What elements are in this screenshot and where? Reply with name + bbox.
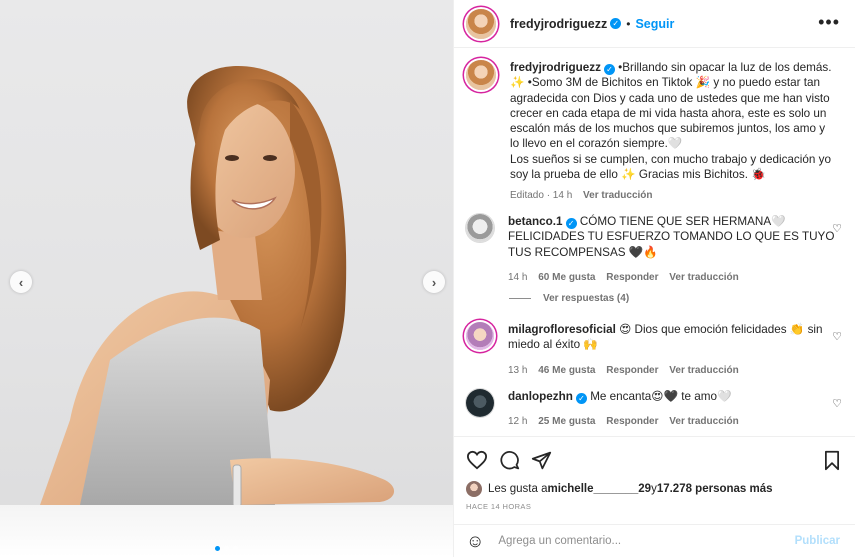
caption-username[interactable]: fredyjrodriguezz bbox=[510, 61, 601, 74]
liker-avatar[interactable] bbox=[466, 481, 482, 497]
follow-button[interactable]: Seguir bbox=[635, 17, 674, 31]
post-header: fredyjrodriguezz ✓ • Seguir ••• bbox=[454, 0, 855, 48]
carousel-dots bbox=[0, 546, 453, 551]
translate-link[interactable]: Ver traducción bbox=[669, 365, 738, 376]
caption-body: fredyjrodriguezz ✓ •Brillando sin opacar … bbox=[510, 60, 834, 204]
comment-meta: 14 h 60 Me gusta Responder Ver traducció… bbox=[508, 270, 838, 285]
translate-link[interactable]: Ver traducción bbox=[669, 272, 738, 283]
likes-count[interactable]: 17.278 personas más bbox=[657, 483, 773, 495]
commenter-avatar[interactable] bbox=[466, 214, 494, 242]
comment-item: betanco.1 ✓ CÓMO TIENE QUE SER HERMANA🤍 F… bbox=[466, 214, 855, 285]
caption-text: •Brillando sin opacar la luz de los demá… bbox=[510, 61, 832, 151]
portrait-illustration bbox=[40, 66, 395, 508]
comment-meta: 12 h 25 Me gusta Responder Ver traducció… bbox=[508, 414, 838, 429]
comment-composer: ☺ Publicar bbox=[454, 524, 855, 557]
likes-prefix: Les gusta a bbox=[488, 483, 548, 495]
author-avatar[interactable] bbox=[466, 8, 496, 39]
comment-item: danlopezhn ✓ Me encanta😍🖤 te amo🤍 12 h 25… bbox=[466, 389, 855, 430]
verified-badge-icon: ✓ bbox=[565, 218, 577, 230]
comment-time: 13 h bbox=[508, 364, 528, 376]
separator: • bbox=[626, 16, 631, 31]
carousel-dot bbox=[215, 546, 220, 551]
commenter-avatar[interactable] bbox=[466, 322, 494, 350]
bookmark-icon[interactable] bbox=[823, 450, 841, 471]
comment-body: danlopezhn ✓ Me encanta😍🖤 te amo🤍 12 h 25… bbox=[508, 389, 838, 430]
comment-time: 14 h bbox=[508, 271, 528, 283]
caption-translate-link[interactable]: Ver traducción bbox=[583, 190, 652, 201]
verified-badge-icon: ✓ bbox=[603, 64, 615, 76]
post-timestamp[interactable]: HACE 14 HORAS bbox=[466, 502, 531, 511]
commenter-avatar[interactable] bbox=[466, 389, 494, 417]
caption-edited: Editado · 14 h bbox=[510, 190, 573, 202]
comment-like-icon[interactable]: ♡ bbox=[832, 222, 842, 235]
comment-likes[interactable]: 46 Me gusta bbox=[538, 365, 595, 376]
view-replies-label[interactable]: Ver respuestas (4) bbox=[543, 293, 629, 304]
verified-badge-icon: ✓ bbox=[610, 18, 622, 29]
comment-username[interactable]: danlopezhn bbox=[508, 390, 573, 403]
comment-input[interactable] bbox=[498, 535, 779, 547]
chevron-right-icon[interactable]: › bbox=[423, 271, 445, 293]
paper-plane-icon[interactable] bbox=[531, 450, 552, 471]
comment-username[interactable]: betanco.1 bbox=[508, 215, 563, 228]
smiley-icon[interactable]: ☺ bbox=[466, 531, 484, 552]
comment-body: milagrofloresoficial 😍 Dios que emoción … bbox=[508, 322, 838, 378]
post-details-panel: fredyjrodriguezz ✓ • Seguir ••• fredyjro… bbox=[453, 0, 855, 557]
carousel-dot bbox=[224, 546, 229, 551]
comments-scroll-area[interactable]: fredyjrodriguezz ✓ •Brillando sin opacar … bbox=[454, 48, 855, 436]
verified-badge-icon: ✓ bbox=[575, 393, 587, 405]
liker-username[interactable]: michelle_______29 bbox=[547, 483, 651, 495]
reply-button[interactable]: Responder bbox=[606, 365, 658, 376]
replies-line bbox=[509, 298, 531, 299]
likes-summary: Les gusta a michelle_______29 y 17.278 p… bbox=[466, 481, 773, 497]
comment-username[interactable]: milagrofloresoficial bbox=[508, 323, 616, 336]
caption-text-2: Los sueños si se cumplen, con mucho trab… bbox=[510, 152, 831, 182]
comment-likes[interactable]: 25 Me gusta bbox=[538, 416, 595, 427]
comment-meta: 13 h 46 Me gusta Responder Ver traducció… bbox=[508, 363, 838, 378]
post-image[interactable]: ‹ › bbox=[0, 0, 453, 557]
reply-button[interactable]: Responder bbox=[606, 416, 658, 427]
author-username[interactable]: fredyjrodriguezz bbox=[510, 17, 607, 31]
caption-meta: Editado · 14 h Ver traducción bbox=[510, 188, 834, 203]
view-replies-button[interactable]: Ver respuestas (4) bbox=[509, 293, 629, 304]
comment-time: 12 h bbox=[508, 416, 528, 428]
carousel-dot bbox=[233, 546, 238, 551]
action-bar bbox=[454, 436, 855, 482]
chevron-left-icon[interactable]: ‹ bbox=[10, 271, 32, 293]
comment-item: milagrofloresoficial 😍 Dios que emoción … bbox=[466, 322, 855, 378]
caption: fredyjrodriguezz ✓ •Brillando sin opacar … bbox=[466, 60, 846, 204]
publish-button[interactable]: Publicar bbox=[795, 535, 840, 547]
reply-button[interactable]: Responder bbox=[606, 272, 658, 283]
comment-like-icon[interactable]: ♡ bbox=[832, 397, 842, 410]
translate-link[interactable]: Ver traducción bbox=[669, 416, 738, 427]
more-options-icon[interactable]: ••• bbox=[818, 12, 840, 33]
comment-text: Me encanta😍🖤 te amo🤍 bbox=[590, 390, 732, 403]
comment-like-icon[interactable]: ♡ bbox=[832, 330, 842, 343]
comment-likes[interactable]: 60 Me gusta bbox=[538, 272, 595, 283]
heart-icon[interactable] bbox=[466, 450, 488, 470]
comment-body: betanco.1 ✓ CÓMO TIENE QUE SER HERMANA🤍 F… bbox=[508, 214, 838, 285]
comment-bubble-icon[interactable] bbox=[499, 450, 520, 471]
caption-avatar[interactable] bbox=[466, 60, 496, 90]
